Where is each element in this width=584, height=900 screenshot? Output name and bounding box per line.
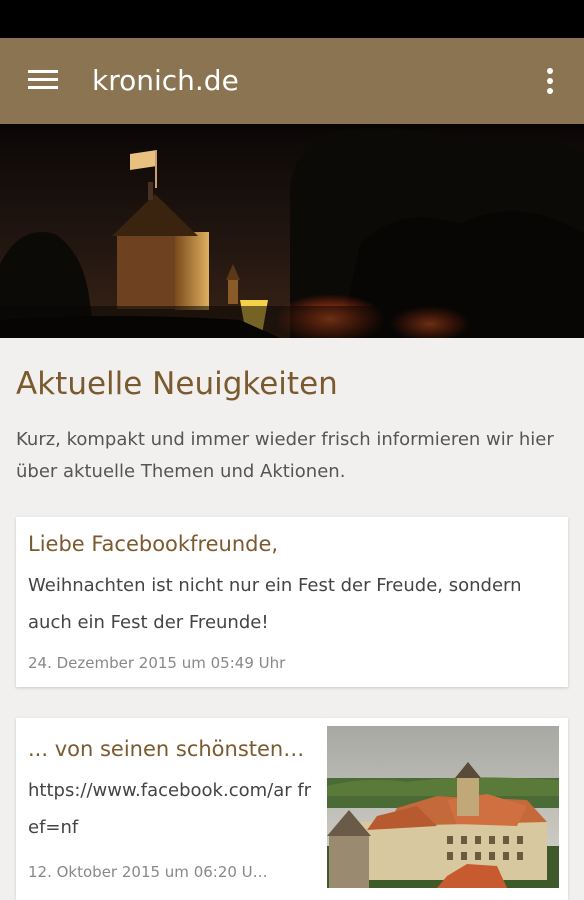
news-card-thumbnail-castle-image: [327, 726, 559, 888]
more-vertical-icon[interactable]: [540, 66, 560, 96]
app-bar: kronich.de: [0, 38, 584, 124]
news-card[interactable]: ... von seinen schönsten… https://www.fa…: [16, 718, 568, 900]
news-card-text: https://www.facebook.com/ar fref=nf: [28, 780, 312, 838]
news-card-text: Weihnachten ist nicht nur ein Fest der F…: [28, 575, 522, 633]
news-card-title: Liebe Facebookfreunde,: [28, 532, 279, 556]
hamburger-menu-icon[interactable]: [28, 68, 58, 92]
news-card-date: 12. Oktober 2015 um 06:20 U…: [28, 863, 268, 881]
app-title: kronich.de: [92, 64, 239, 97]
status-bar: [0, 0, 584, 38]
news-card[interactable]: Liebe Facebookfreunde, Weihnachten ist n…: [16, 517, 568, 687]
news-card-title: ... von seinen schönsten…: [28, 737, 305, 761]
section-intro: Kurz, kompakt und immer wieder frisch in…: [16, 429, 554, 482]
hero-castle-night-image: [0, 124, 584, 338]
section-title: Aktuelle Neuigkeiten: [16, 366, 338, 402]
news-card-date: 24. Dezember 2015 um 05:49 Uhr: [28, 654, 286, 672]
